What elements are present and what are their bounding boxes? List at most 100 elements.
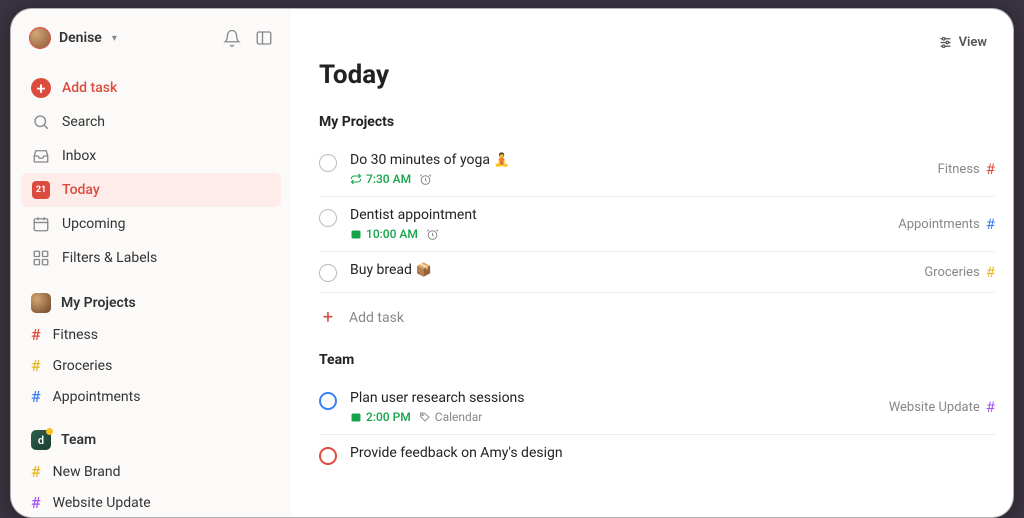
hash-icon: # xyxy=(986,215,995,233)
task-label: Calendar xyxy=(419,410,483,424)
project-item-groceries[interactable]: # Groceries xyxy=(21,350,281,381)
task-title: Dentist appointment xyxy=(350,207,886,223)
emoji-icon: 📦 xyxy=(415,263,431,278)
task-body: Dentist appointment 10:00 AM xyxy=(350,207,886,241)
project-label: Website Update xyxy=(53,495,151,511)
plus-icon: + xyxy=(319,307,337,328)
task-row[interactable]: Dentist appointment 10:00 AM Appointment… xyxy=(319,197,995,252)
bell-icon xyxy=(223,29,241,47)
task-time: 10:00 AM xyxy=(350,227,418,241)
task-project-link[interactable]: Appointments # xyxy=(898,215,995,233)
project-item-website-update[interactable]: # Website Update xyxy=(21,487,281,517)
sidebar-item-label: Today xyxy=(62,182,100,198)
workspace-header-team[interactable]: d Team xyxy=(21,412,281,456)
hash-icon: # xyxy=(31,325,41,344)
emoji-icon: 🧘 xyxy=(493,153,509,168)
add-task-inline-button[interactable]: + Add task xyxy=(319,293,995,352)
sidebar-header: Denise ▾ xyxy=(21,23,281,61)
project-item-new-brand[interactable]: # New Brand xyxy=(21,456,281,487)
app-frame: Denise ▾ + Add task Search xyxy=(10,8,1014,518)
user-menu-button[interactable]: Denise ▾ xyxy=(29,27,117,49)
calendar-icon xyxy=(32,215,50,233)
task-body: Plan user research sessions 2:00 PM Cale… xyxy=(350,390,877,424)
main-content: View Today My Projects Do 30 minutes of … xyxy=(291,9,1013,517)
sidebar-item-filters[interactable]: Filters & Labels xyxy=(21,241,281,275)
task-meta: 10:00 AM xyxy=(350,227,886,241)
group-title: Team xyxy=(319,352,995,368)
inbox-icon xyxy=(32,147,50,165)
project-label: Groceries xyxy=(53,358,113,374)
project-item-appointments[interactable]: # Appointments xyxy=(21,381,281,412)
task-body: Buy bread 📦 xyxy=(350,262,912,278)
hash-icon: # xyxy=(986,398,995,416)
task-checkbox[interactable] xyxy=(319,154,337,172)
alarm-indicator xyxy=(419,173,432,186)
task-meta: 2:00 PM Calendar xyxy=(350,410,877,424)
task-body: Provide feedback on Amy's design xyxy=(350,445,995,461)
tag-icon xyxy=(419,411,431,423)
workspace-avatar: d xyxy=(31,430,51,450)
task-checkbox[interactable] xyxy=(319,392,337,410)
task-title: Do 30 minutes of yoga 🧘 xyxy=(350,152,926,168)
sidebar-item-label: Filters & Labels xyxy=(62,250,157,266)
notifications-button[interactable] xyxy=(223,29,241,47)
task-project-link[interactable]: Groceries # xyxy=(924,263,995,281)
add-task-label: Add task xyxy=(349,310,404,326)
task-row[interactable]: Buy bread 📦 Groceries # xyxy=(319,252,995,293)
hash-icon: # xyxy=(31,493,41,512)
date-chip-icon xyxy=(350,411,362,423)
add-task-button[interactable]: + Add task xyxy=(21,71,281,105)
task-time: 7:30 AM xyxy=(350,172,411,186)
task-checkbox[interactable] xyxy=(319,447,337,465)
sliders-icon xyxy=(938,35,953,50)
workspace-avatar xyxy=(31,293,51,313)
toggle-sidebar-button[interactable] xyxy=(255,29,273,47)
sidebar-item-label: Search xyxy=(62,114,105,130)
project-item-fitness[interactable]: # Fitness xyxy=(21,319,281,350)
view-button[interactable]: View xyxy=(930,31,995,54)
hash-icon: # xyxy=(31,356,41,375)
task-title: Provide feedback on Amy's design xyxy=(350,445,995,461)
alarm-icon xyxy=(419,173,432,186)
sidebar-nav: + Add task Search Inbox 21 Today Upcomin… xyxy=(21,71,281,275)
task-title: Plan user research sessions xyxy=(350,390,877,406)
hash-icon: # xyxy=(986,160,995,178)
project-label: New Brand xyxy=(53,464,121,480)
sidebar-item-today[interactable]: 21 Today xyxy=(21,173,281,207)
chevron-down-icon: ▾ xyxy=(112,33,117,44)
workspace-title: My Projects xyxy=(61,295,136,311)
date-chip-icon xyxy=(350,228,362,240)
avatar xyxy=(29,27,51,49)
recurring-icon xyxy=(350,173,362,185)
task-checkbox[interactable] xyxy=(319,209,337,227)
hash-icon: # xyxy=(31,462,41,481)
sidebar-item-upcoming[interactable]: Upcoming xyxy=(21,207,281,241)
task-row[interactable]: Do 30 minutes of yoga 🧘 7:30 AM Fitness … xyxy=(319,142,995,197)
calendar-today-icon: 21 xyxy=(32,181,50,199)
view-label: View xyxy=(959,35,987,50)
search-icon xyxy=(32,113,50,131)
plus-circle-icon: + xyxy=(31,78,51,98)
workspace-header-personal[interactable]: My Projects xyxy=(21,275,281,319)
group-title: My Projects xyxy=(319,114,995,130)
sidebar-item-label: Inbox xyxy=(62,148,96,164)
task-checkbox[interactable] xyxy=(319,264,337,282)
task-project-link[interactable]: Website Update # xyxy=(889,398,995,416)
alarm-icon xyxy=(426,228,439,241)
sidebar-item-search[interactable]: Search xyxy=(21,105,281,139)
panel-icon xyxy=(255,29,273,47)
hash-icon: # xyxy=(31,387,41,406)
alarm-indicator xyxy=(426,228,439,241)
sidebar-item-label: Upcoming xyxy=(62,216,126,232)
sidebar-item-inbox[interactable]: Inbox xyxy=(21,139,281,173)
add-task-label: Add task xyxy=(62,80,117,96)
task-title: Buy bread 📦 xyxy=(350,262,912,278)
task-project-link[interactable]: Fitness # xyxy=(938,160,995,178)
task-row[interactable]: Provide feedback on Amy's design xyxy=(319,435,995,475)
page-title: Today xyxy=(319,60,995,90)
sidebar: Denise ▾ + Add task Search xyxy=(11,9,291,517)
hash-icon: # xyxy=(986,263,995,281)
task-time: 2:00 PM xyxy=(350,410,411,424)
workspace-title: Team xyxy=(61,432,96,448)
task-row[interactable]: Plan user research sessions 2:00 PM Cale… xyxy=(319,380,995,435)
